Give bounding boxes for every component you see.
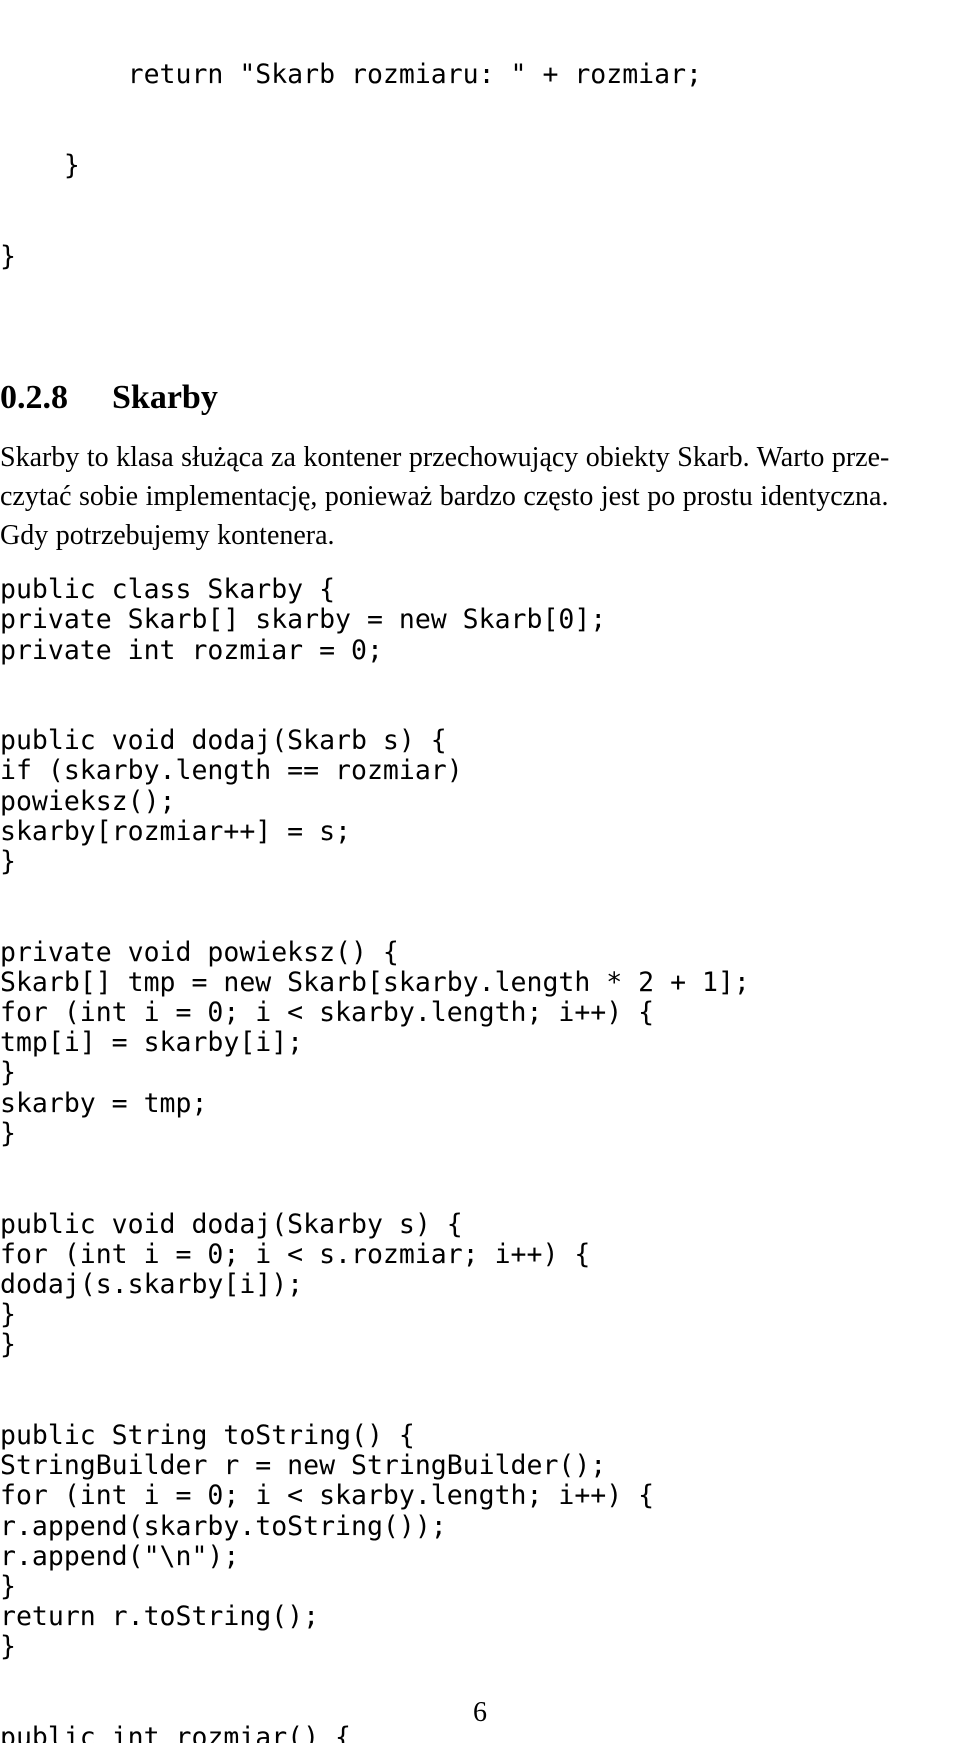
- code-line: if (skarby.length == rozmiar): [0, 755, 463, 787]
- code-line: return r.toString();: [0, 1601, 320, 1633]
- code-line: private void powieksz() {: [0, 936, 399, 968]
- code-line: for (int i = 0; i < skarby.length; i++) …: [0, 997, 655, 1029]
- code-line: tmp[i] = skarby[i];: [0, 1027, 304, 1059]
- code-line: public void dodaj(Skarby s) {: [0, 1208, 463, 1240]
- code-line: StringBuilder r = new StringBuilder();: [0, 1450, 607, 1482]
- code-line: public void dodaj(Skarb s) {: [0, 725, 447, 757]
- page-content: return "Skarb rozmiaru: " + rozmiar; } }…: [0, 0, 960, 1743]
- code-line: skarby = tmp;: [0, 1087, 208, 1119]
- code-line: }: [0, 1570, 16, 1602]
- code-line: }: [0, 1631, 16, 1663]
- code-line: }: [0, 1117, 16, 1149]
- paragraph-line: Skarby to klasa służąca za kontener prze…: [0, 442, 890, 474]
- code-line: }: [0, 846, 16, 878]
- code-line: private Skarb[] skarby = new Skarb[0];: [0, 604, 607, 636]
- code-line: }: [0, 1299, 16, 1331]
- code-line: for (int i = 0; i < skarby.length; i++) …: [0, 1480, 655, 1512]
- section-heading-skarby: 0.2.8 Skarby: [0, 378, 960, 418]
- page-number: 6: [473, 1697, 487, 1728]
- code-line: public String toString() {: [0, 1419, 415, 1451]
- paragraph-skarby: Skarby to klasa służąca za kontener prze…: [0, 438, 918, 555]
- code-line: dodaj(s.skarby[i]);: [0, 1268, 304, 1300]
- paragraph-line: Gdy potrzebujemy kontenera.: [0, 520, 335, 552]
- paragraph-line: czytać sobie implementację, ponieważ bar…: [0, 481, 889, 513]
- section-number: 0.2.8: [0, 379, 68, 417]
- code-line: }: [0, 1329, 16, 1361]
- code-line: r.append(skarby.toString());: [0, 1510, 447, 1542]
- code-line: skarby[rozmiar++] = s;: [0, 815, 351, 847]
- code-line: Skarb[] tmp = new Skarb[skarby.length * …: [0, 966, 750, 998]
- code-line: }: [0, 150, 80, 182]
- code-line: private int rozmiar = 0;: [0, 634, 383, 666]
- code-line: return "Skarb rozmiaru: " + rozmiar;: [0, 59, 702, 91]
- code-line: r.append("\n");: [0, 1540, 240, 1572]
- document-page: return "Skarb rozmiaru: " + rozmiar; } }…: [0, 0, 960, 1743]
- section-title: Skarby: [112, 379, 218, 417]
- code-line: for (int i = 0; i < s.rozmiar; i++) {: [0, 1238, 591, 1270]
- code-line: public class Skarby {: [0, 574, 336, 606]
- code-block-skarby: public class Skarby {private Skarb[] ska…: [0, 575, 960, 1743]
- code-line: powieksz();: [0, 785, 176, 817]
- code-line: }: [0, 1057, 16, 1089]
- code-line: }: [0, 240, 16, 272]
- code-block-skarb-tail: return "Skarb rozmiaru: " + rozmiar; } }: [0, 0, 960, 332]
